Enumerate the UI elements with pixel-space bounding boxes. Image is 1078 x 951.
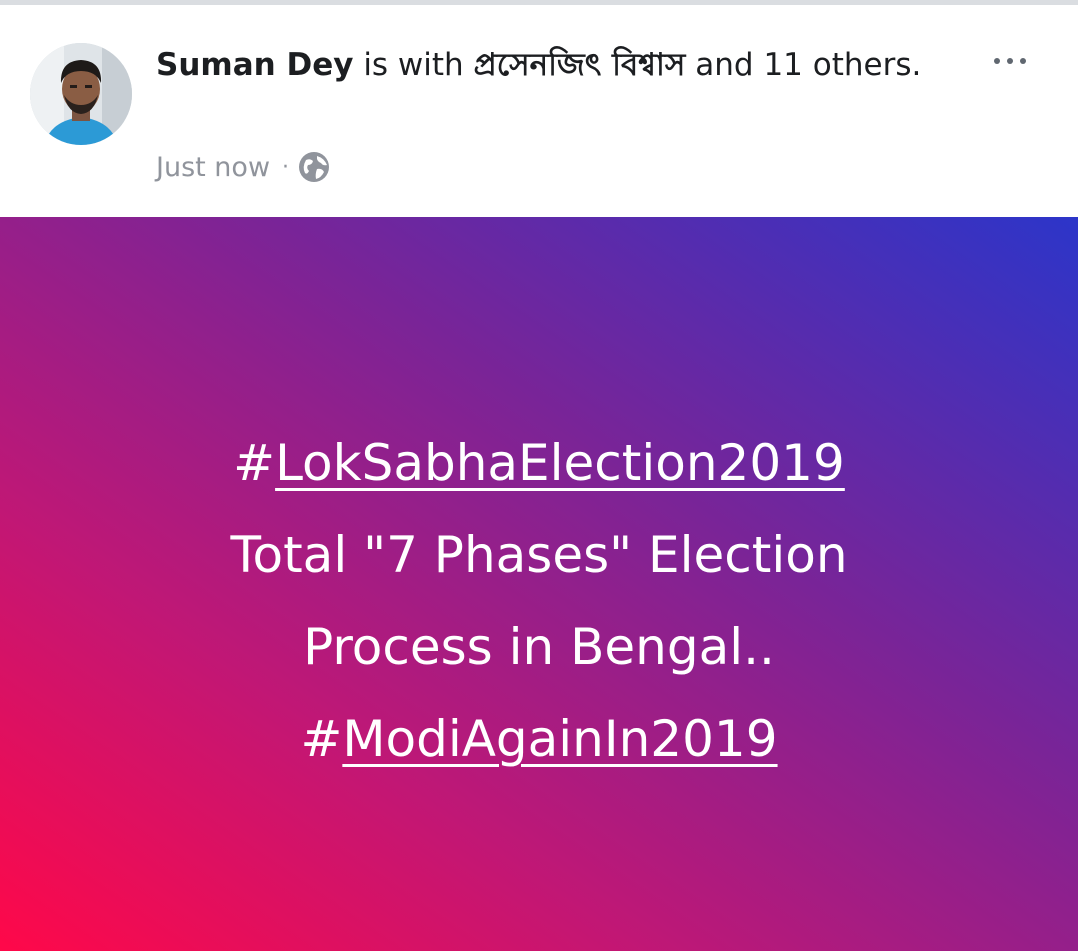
message-line-2: Total "7 Phases" Election [230,526,848,584]
message-line-1: #LokSabhaElection2019 [0,417,1078,509]
hashtag-symbol: # [300,710,343,768]
message-line-3: Process in Bengal.. [303,618,775,676]
post-background[interactable]: #LokSabhaElection2019 Total "7 Phases" E… [0,217,1078,951]
timestamp[interactable]: Just now [156,152,270,183]
meta-separator: · [282,154,290,180]
more-dot [1007,58,1013,64]
author-name[interactable]: Suman Dey [156,47,353,83]
more-dot [994,58,1000,64]
with-text: is with [363,47,464,83]
others-link[interactable]: and 11 others. [695,47,921,83]
tagged-person[interactable]: প্রসেনজিৎ বিশ্বাস [474,47,686,83]
more-dot [1020,58,1026,64]
globe-icon[interactable] [297,150,331,184]
hashtag-loksabhaelection2019[interactable]: LokSabhaElection2019 [275,434,845,492]
more-options-icon[interactable] [980,41,1040,81]
avatar-image [30,43,132,145]
post-title: Suman Dey is with প্রসেনজিৎ বিশ্বাস and … [156,41,946,90]
hashtag-modiagainin2019[interactable]: ModiAgainIn2019 [342,710,777,768]
post-message: #LokSabhaElection2019 Total "7 Phases" E… [0,417,1078,785]
message-line-4: #ModiAgainIn2019 [0,693,1078,785]
avatar[interactable] [30,43,132,145]
post-meta: Just now · [156,147,331,187]
hashtag-symbol: # [233,434,276,492]
post-header: Suman Dey is with প্রসেনজিৎ বিশ্বাস and … [0,5,1078,217]
